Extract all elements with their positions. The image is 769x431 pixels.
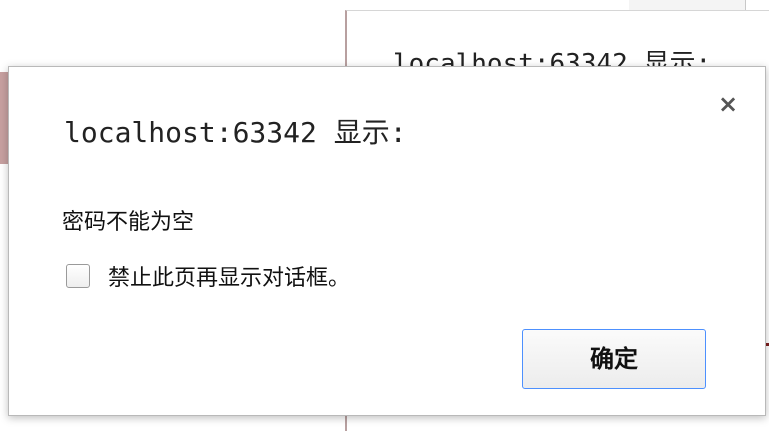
dialog-title: localhost:63342 显示: (64, 116, 407, 149)
close-icon[interactable]: × (715, 91, 741, 117)
suppress-dialogs-row[interactable]: 禁止此页再显示对话框。 (66, 259, 350, 293)
dialog-message: 密码不能为空 (62, 210, 195, 235)
suppress-dialogs-checkbox[interactable] (66, 264, 90, 288)
ok-button[interactable]: 确定 (522, 329, 706, 389)
alert-dialog: localhost:63342 显示: × 密码不能为空 禁止此页再显示对话框。… (8, 66, 766, 416)
suppress-dialogs-label[interactable]: 禁止此页再显示对话框。 (108, 260, 350, 292)
